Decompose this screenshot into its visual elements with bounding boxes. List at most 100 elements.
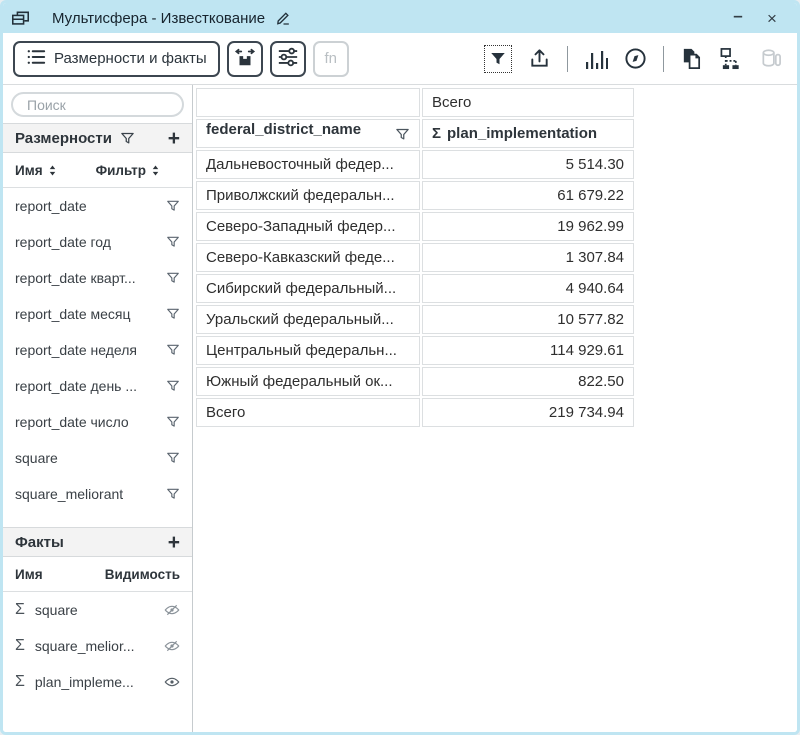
row-label-cell[interactable]: Приволжский федеральн...: [196, 181, 420, 210]
filter-icon[interactable]: [166, 199, 180, 213]
sigma-icon: Σ: [15, 673, 25, 691]
row-value-cell[interactable]: 19 962.99: [422, 212, 634, 241]
dimension-item[interactable]: report_date число: [3, 404, 192, 440]
dimension-item[interactable]: square_meliorant: [3, 476, 192, 512]
filter-icon[interactable]: [166, 379, 180, 393]
total-column-header[interactable]: Всего: [422, 88, 634, 117]
close-button[interactable]: ×: [759, 7, 785, 29]
eye-off-icon[interactable]: [164, 603, 180, 617]
dimensions-col-filter[interactable]: Фильтр: [96, 163, 146, 178]
content-area: Размерности + Имя Фильтр report: [3, 85, 797, 732]
column-header-row: federal_district_name Σplan_implementati…: [196, 119, 634, 148]
dimension-column-header[interactable]: federal_district_name: [196, 119, 420, 148]
dimensions-col-name[interactable]: Имя: [15, 163, 43, 178]
facts-list: Σ square Σ square_melior... Σ plan_imple…: [3, 592, 192, 700]
sigma-icon: Σ: [432, 125, 441, 142]
pencil-icon[interactable]: [275, 10, 292, 26]
dimensions-facts-label: Размерности и факты: [54, 50, 207, 67]
row-value-cell[interactable]: 822.50: [422, 367, 634, 396]
toolbar-separator: [567, 46, 568, 72]
window-title: Мультисфера - Известкование: [52, 10, 265, 27]
add-fact-button[interactable]: +: [168, 532, 180, 553]
eye-icon[interactable]: [164, 675, 180, 689]
sort-icon[interactable]: [47, 164, 58, 177]
row-label-cell[interactable]: Уральский федеральный...: [196, 305, 420, 334]
settings-button[interactable]: [270, 41, 306, 77]
filter-icon[interactable]: [166, 235, 180, 249]
row-label-cell[interactable]: Южный федеральный ок...: [196, 367, 420, 396]
search-input[interactable]: [11, 92, 184, 117]
sphere-disabled-icon: [759, 47, 783, 70]
list-icon: [26, 48, 46, 70]
dimension-item[interactable]: report_date: [3, 188, 192, 224]
sigma-icon: Σ: [15, 601, 25, 619]
row-value-cell[interactable]: 219 734.94: [422, 398, 634, 427]
row-label-cell[interactable]: Дальневосточный федер...: [196, 150, 420, 179]
row-label-cell[interactable]: Сибирский федеральный...: [196, 274, 420, 303]
dimension-item[interactable]: square: [3, 440, 192, 476]
fact-item[interactable]: Σ square_melior...: [3, 628, 192, 664]
cascade-windows-icon[interactable]: [11, 10, 30, 27]
eye-off-icon[interactable]: [164, 639, 180, 653]
sort-icon[interactable]: [150, 164, 161, 177]
dimension-item[interactable]: report_date месяц: [3, 296, 192, 332]
compass-icon[interactable]: [624, 47, 647, 70]
sigma-icon: Σ: [15, 637, 25, 655]
row-label-cell[interactable]: Северо-Кавказский феде...: [196, 243, 420, 272]
pivot-table: Всего federal_district_name Σplan_implem…: [194, 86, 636, 429]
table-row: Сибирский федеральный... 4 940.64: [196, 274, 634, 303]
table-row: Северо-Кавказский феде... 1 307.84: [196, 243, 634, 272]
dimensions-list: report_date report_date год report_date …: [3, 188, 192, 512]
copy-icon[interactable]: [680, 47, 703, 70]
facts-col-name[interactable]: Имя: [15, 567, 43, 582]
table-row: Дальневосточный федер... 5 514.30: [196, 150, 634, 179]
table-row: Уральский федеральный... 10 577.82: [196, 305, 634, 334]
fit-columns-button[interactable]: [227, 41, 263, 77]
toolbar-separator: [663, 46, 664, 72]
hierarchy-icon[interactable]: [719, 47, 743, 70]
row-value-cell[interactable]: 10 577.82: [422, 305, 634, 334]
dimensions-title: Размерности: [15, 130, 112, 147]
measure-column-header[interactable]: Σplan_implementation: [422, 119, 634, 148]
row-value-cell[interactable]: 5 514.30: [422, 150, 634, 179]
dimensions-facts-button[interactable]: Размерности и факты: [13, 41, 220, 77]
facts-section-header: Факты +: [3, 527, 192, 557]
row-value-cell[interactable]: 61 679.22: [422, 181, 634, 210]
bar-chart-icon[interactable]: [584, 48, 608, 70]
row-value-cell[interactable]: 4 940.64: [422, 274, 634, 303]
fit-columns-icon: [234, 46, 256, 72]
export-icon[interactable]: [528, 47, 551, 70]
table-row: Северо-Западный федер... 19 962.99: [196, 212, 634, 241]
corner-cell: [196, 88, 420, 117]
toolbar: Размерности и факты: [3, 33, 797, 85]
row-label-cell[interactable]: Всего: [196, 398, 420, 427]
add-dimension-button[interactable]: +: [168, 128, 180, 149]
filter-icon[interactable]: [166, 451, 180, 465]
row-label-cell[interactable]: Центральный федеральн...: [196, 336, 420, 365]
dimension-item[interactable]: report_date кварт...: [3, 260, 192, 296]
filter-icon[interactable]: [166, 415, 180, 429]
filter-icon[interactable]: [166, 307, 180, 321]
filter-selected-icon[interactable]: [484, 45, 512, 73]
row-value-cell[interactable]: 114 929.61: [422, 336, 634, 365]
dimension-item[interactable]: report_date год: [3, 224, 192, 260]
dimensions-columns-header: Имя Фильтр: [3, 153, 192, 188]
table-row: Южный федеральный ок... 822.50: [196, 367, 634, 396]
row-label-cell[interactable]: Северо-Западный федер...: [196, 212, 420, 241]
filter-icon[interactable]: [395, 127, 410, 146]
row-value-cell[interactable]: 1 307.84: [422, 243, 634, 272]
dimensions-filter-icon[interactable]: [120, 131, 135, 146]
fact-item[interactable]: Σ plan_impleme...: [3, 664, 192, 700]
fact-item[interactable]: Σ square: [3, 592, 192, 628]
fn-icon: fn: [324, 50, 337, 67]
minimize-button[interactable]: –: [725, 7, 751, 29]
filter-icon[interactable]: [166, 271, 180, 285]
filter-icon[interactable]: [166, 487, 180, 501]
toolbar-right-group: [484, 45, 783, 73]
dimension-item[interactable]: report_date неделя: [3, 332, 192, 368]
filter-icon[interactable]: [166, 343, 180, 357]
sidebar: Размерности + Имя Фильтр report: [3, 85, 193, 732]
dimension-item[interactable]: report_date день ...: [3, 368, 192, 404]
table-row total-row: Всего 219 734.94: [196, 398, 634, 427]
dimensions-section-header: Размерности +: [3, 123, 192, 153]
